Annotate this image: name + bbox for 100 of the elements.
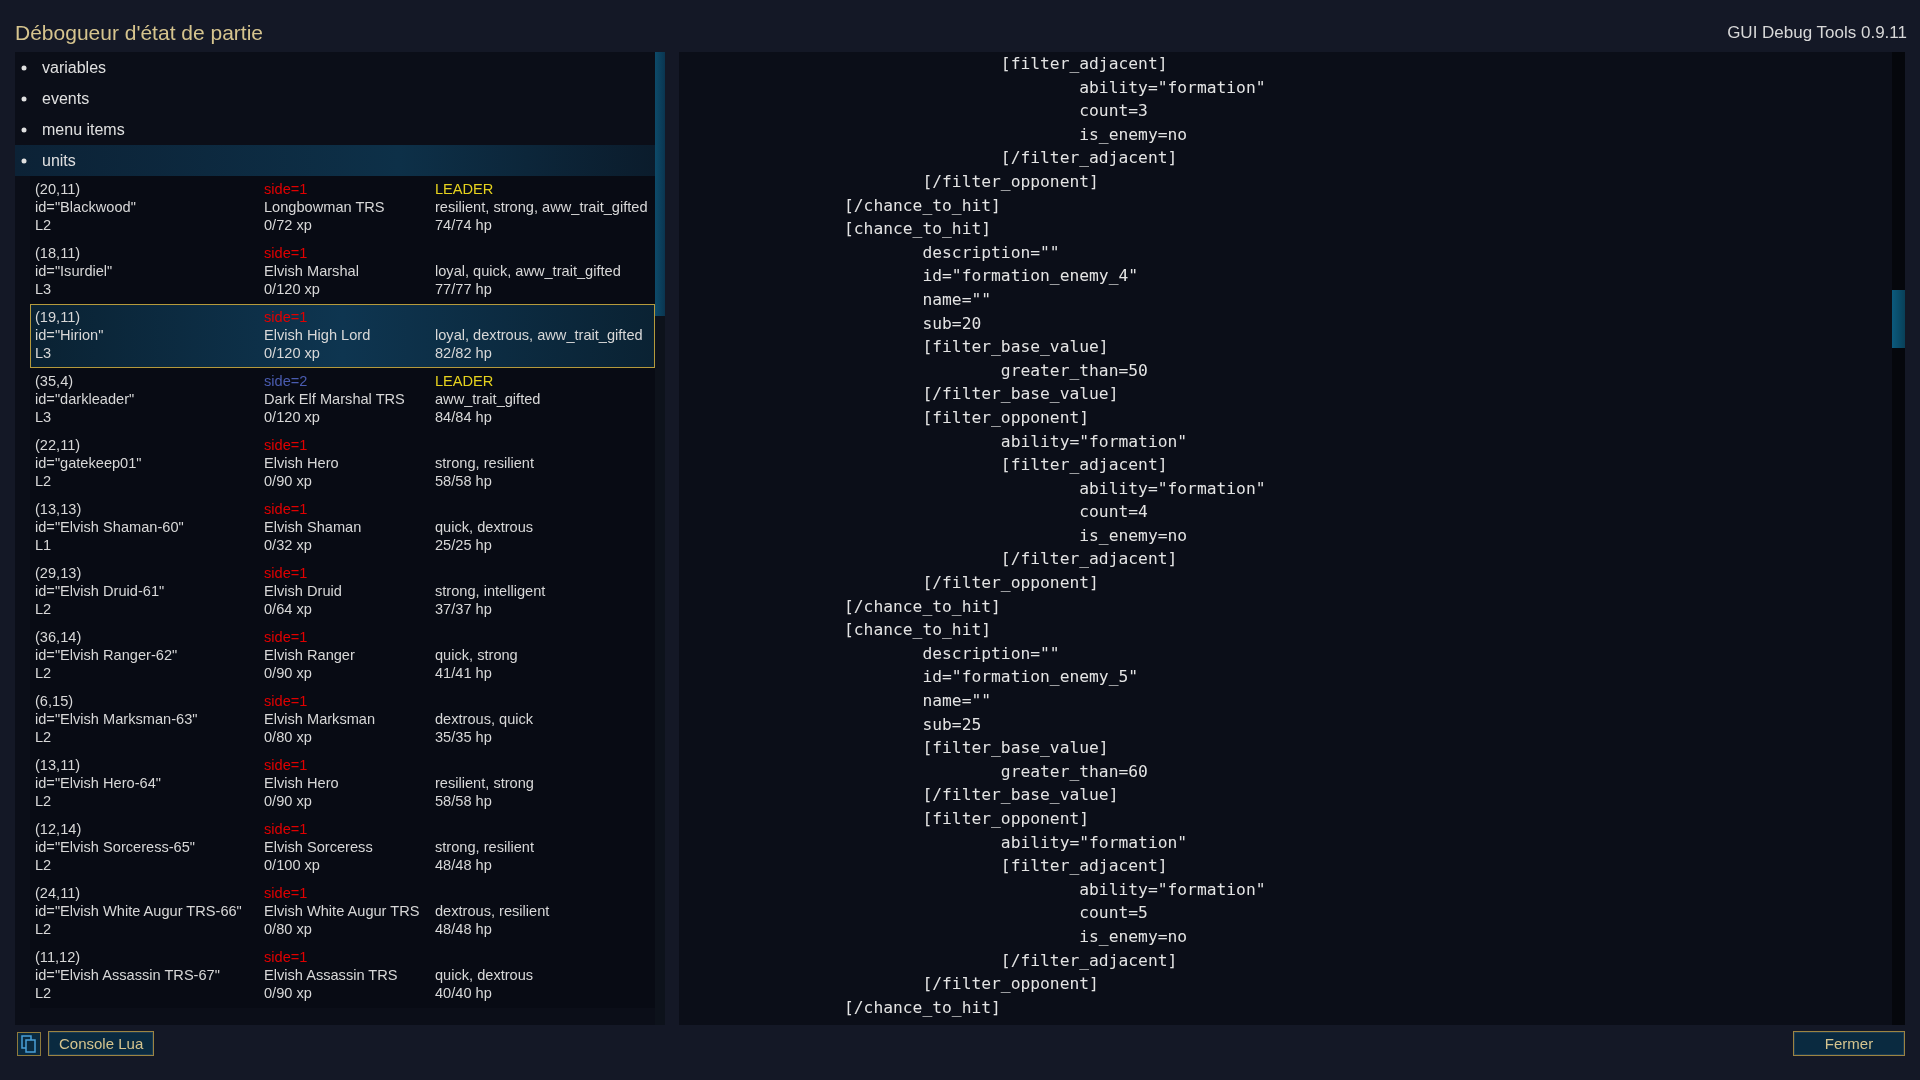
unit-type: Elvish Assassin TRS — [264, 966, 399, 984]
code-line: [/filter_opponent] — [921, 572, 1100, 595]
bullet-icon — [21, 95, 27, 102]
unit-traits: loyal, quick, aww_trait_gifted — [435, 262, 622, 280]
unit-row[interactable]: (12,14) id="Elvish Sorceress-65" L2 side=1 Elvish Sorceress 0/100 xp strong, resilient 48/48 hp — [30, 816, 655, 880]
unit-type: Longbowman TRS — [264, 198, 386, 216]
unit-row[interactable]: (29,13) id="Elvish Druid-61" L2 side=1 Elvish Druid 0/64 xp strong, intelligent 37/37 hp — [30, 560, 655, 624]
unit-type: Elvish Ranger — [264, 646, 356, 664]
unit-side: side=1 — [264, 628, 309, 646]
unit-row[interactable]: (13,11) id="Elvish Hero-64" L2 side=1 Elvish Hero 0/90 xp resilient, strong 58/58 hp — [30, 752, 655, 816]
code-line: greater_than=50 — [999, 359, 1149, 382]
code-line: ability="formation" — [999, 430, 1189, 453]
scrollbar[interactable] — [1892, 52, 1905, 1025]
tree-item[interactable]: variables — [15, 52, 655, 83]
code-line: [/filter_opponent] — [921, 973, 1100, 996]
unit-level: L2 — [35, 728, 53, 746]
unit-coords: (12,14) — [35, 820, 83, 838]
unit-id: id="darkleader" — [35, 390, 136, 408]
code-line: [filter_opponent] — [921, 808, 1091, 830]
unit-type: Elvish Hero — [264, 454, 340, 472]
unit-row[interactable]: (19,11) id="Hirion" L3 side=1 Elvish High Lord 0/120 xp loyal, dextrous, aww_trait_gifted 82/82 hp — [30, 304, 655, 368]
unit-traits: aww_trait_gifted — [435, 390, 542, 408]
unit-id: id="Elvish Sorceress-65" — [35, 838, 196, 856]
unit-row[interactable]: (13,13) id="Elvish Shaman-60" L1 side=1 Elvish Shaman 0/32 xp quick, dextrous 25/25 hp — [30, 496, 655, 560]
unit-hp: 74/74 hp — [435, 216, 493, 234]
unit-id: id="Elvish Assassin TRS-67" — [35, 966, 221, 984]
unit-type: Elvish Marksman — [264, 710, 377, 728]
unit-hp: 77/77 hp — [435, 280, 493, 298]
close-button[interactable]: Fermer — [1793, 1031, 1905, 1056]
unit-level: L2 — [35, 216, 53, 234]
unit-coords: (19,11) — [35, 308, 82, 326]
unit-row[interactable]: (22,11) id="gatekeep01" L2 side=1 Elvish Hero 0/90 xp strong, resilient 58/58 hp — [30, 432, 655, 496]
unit-level: L2 — [35, 856, 53, 874]
unit-traits: dextrous, quick — [435, 710, 535, 728]
unit-id: id="Elvish Druid-61" — [35, 582, 166, 600]
unit-row[interactable]: (11,12) id="Elvish Assassin TRS-67" L2 side=1 Elvish Assassin TRS 0/90 xp quick, dextrous 40/40 hp — [30, 944, 655, 1008]
code-line: [filter_base_value] — [921, 336, 1110, 359]
unit-coords: (36,14) — [35, 628, 83, 646]
unit-row[interactable]: (24,11) id="Elvish White Augur TRS-66" L2 side=1 Elvish White Augur TRS 0/80 xp dextrous, resilient 48/48 hp — [30, 880, 655, 944]
unit-row[interactable]: (20,11) id="Blackwood" L2 side=1 Longbowman TRS 0/72 xp LEADER resilient, strong, aww_trait_gifted 74/74 hp — [30, 176, 655, 240]
unit-traits: loyal, dextrous, aww_trait_gifted — [435, 326, 644, 344]
code-line: name="" — [921, 288, 993, 311]
unit-xp: 0/120 xp — [264, 408, 321, 426]
unit-coords: (35,4) — [35, 372, 75, 390]
unit-hp: 48/48 hp — [435, 856, 493, 874]
unit-coords: (13,13) — [35, 500, 83, 518]
unit-level: L2 — [35, 984, 53, 1002]
unit-id: id="Elvish Hero-64" — [35, 774, 162, 792]
unit-id: id="Elvish Shaman-60" — [35, 518, 185, 536]
tree-item[interactable]: events — [15, 83, 655, 114]
unit-level: L3 — [35, 344, 53, 362]
unit-type: Elvish Druid — [264, 582, 343, 600]
unit-side: side=1 — [264, 564, 309, 582]
bullet-icon — [21, 64, 27, 71]
unit-coords: (11,12) — [35, 948, 82, 966]
copy-icon[interactable] — [17, 1031, 41, 1056]
scrollbar[interactable] — [655, 52, 665, 1025]
code-line: is_enemy=no — [1078, 524, 1189, 547]
code-line: ability="formation" — [1078, 878, 1267, 901]
unit-coords: (22,11) — [35, 436, 82, 454]
code-line: count=4 — [1078, 501, 1149, 524]
leader-label: LEADER — [435, 180, 495, 198]
unit-xp: 0/72 xp — [264, 216, 313, 234]
unit-side: side=1 — [264, 500, 309, 518]
unit-type: Elvish Sorceress — [264, 838, 374, 856]
code-line: name="" — [921, 690, 993, 713]
unit-coords: (6,15) — [35, 692, 75, 710]
unit-xp: 0/100 xp — [264, 856, 321, 874]
unit-coords: (18,11) — [35, 244, 82, 262]
code-line: [chance_to_hit] — [844, 619, 993, 642]
code-line: [/filter_base_value] — [921, 383, 1120, 406]
code-line: [filter_adjacent] — [999, 53, 1169, 75]
unit-xp: 0/32 xp — [264, 536, 313, 554]
code-line: is_enemy=no — [1078, 123, 1189, 146]
console-button[interactable]: Console Lua — [48, 1031, 155, 1056]
unit-row[interactable]: (35,4) id="darkleader" L3 side=2 Dark Elf Marshal TRS 0/120 xp LEADER aww_trait_gifted 84/84 hp — [30, 368, 655, 432]
code-line: greater_than=60 — [999, 760, 1149, 783]
code-line: [filter_base_value] — [921, 737, 1110, 760]
unit-row[interactable]: (36,14) id="Elvish Ranger-62" L2 side=1 Elvish Ranger 0/90 xp quick, strong 41/41 hp — [30, 624, 655, 688]
unit-level: L2 — [35, 920, 53, 938]
unit-level: L2 — [35, 472, 53, 490]
unit-xp: 0/80 xp — [264, 728, 313, 746]
unit-traits: quick, strong — [435, 646, 519, 664]
unit-type: Elvish White Augur TRS — [264, 902, 421, 920]
code-line: id="formation_enemy_4" — [921, 265, 1140, 288]
code-line: [filter_adjacent] — [999, 454, 1169, 477]
unit-xp: 0/80 xp — [264, 920, 313, 938]
unit-side: side=1 — [264, 756, 309, 774]
unit-id: id="Elvish Ranger-62" — [35, 646, 179, 664]
unit-row[interactable]: (18,11) id="Isurdiel" L3 side=1 Elvish Marshal 0/120 xp loyal, quick, aww_trait_gifted 77/77 hp — [30, 240, 655, 304]
unit-row[interactable]: (6,15) id="Elvish Marksman-63" L2 side=1 Elvish Marksman 0/80 xp dextrous, quick 35/35 hp — [30, 688, 655, 752]
tree-item[interactable]: menu items — [15, 114, 655, 145]
tree-item[interactable]: units — [15, 145, 655, 176]
unit-level: L2 — [35, 792, 53, 810]
unit-level: L3 — [35, 408, 53, 426]
unit-side: side=1 — [264, 436, 309, 454]
code-line: [/chance_to_hit] — [844, 595, 1002, 618]
unit-side: side=1 — [264, 948, 309, 966]
unit-id: id="Elvish White Augur TRS-66" — [35, 902, 243, 920]
unit-id: id="Isurdiel" — [35, 262, 114, 280]
